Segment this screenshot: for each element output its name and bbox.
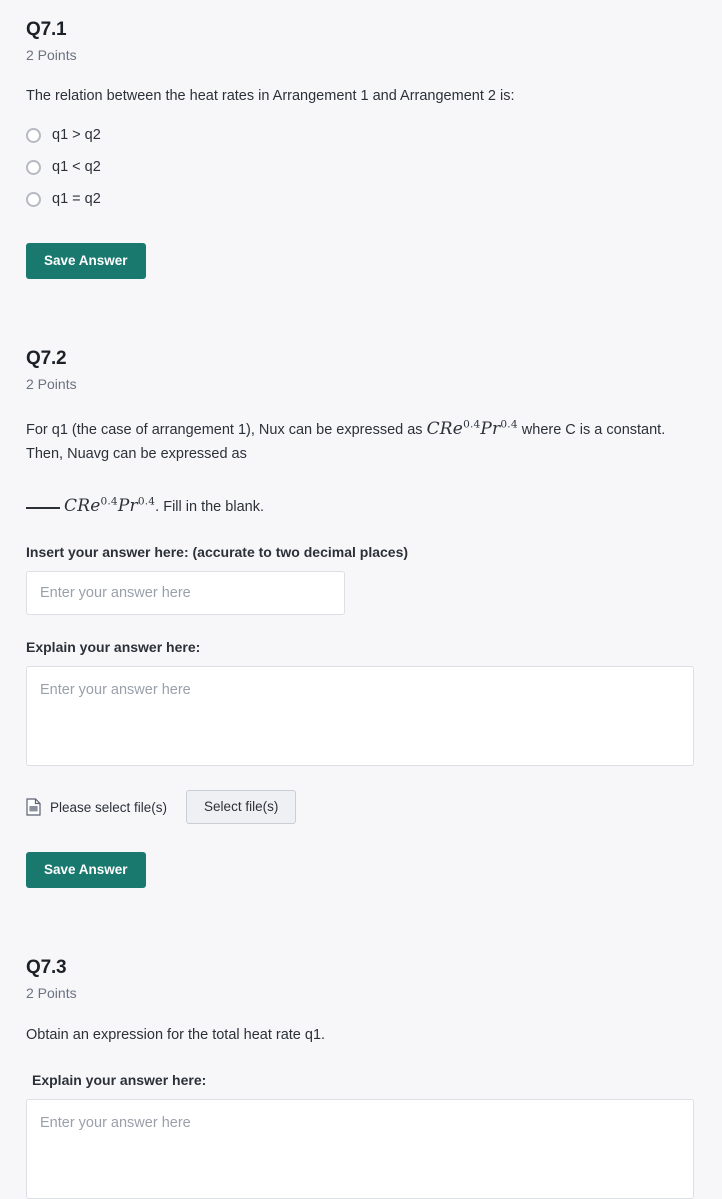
math-token-pr-exponent: 0.4 — [500, 418, 518, 431]
math-token-re-exponent: 0.4 — [463, 418, 481, 431]
math-expression-inline: CRe0.4Pr0.4 — [427, 419, 518, 439]
radio-group: q1 > q2 q1 < q2 q1 = q2 — [26, 109, 696, 215]
file-upload-row: Please select file(s) Select file(s) — [26, 766, 696, 825]
question-points: 2 Points — [26, 376, 77, 393]
blank-underline — [26, 506, 60, 509]
radio-option-label: q1 = q2 — [52, 191, 101, 208]
radio-option-2[interactable]: q1 = q2 — [26, 183, 696, 215]
explain-answer-textarea[interactable] — [26, 665, 694, 766]
question-q7-1: Q7.1 2 Points The relation between the h… — [26, 0, 696, 280]
explain-answer-label: Explain your answer here: — [32, 1071, 207, 1088]
radio-option-label: q1 < q2 — [52, 159, 101, 176]
radio-option-0[interactable]: q1 > q2 — [26, 119, 696, 151]
explain-answer-label: Explain your answer here: — [26, 638, 201, 655]
document-icon — [26, 798, 41, 816]
assignment-page: Q7.1 2 Points The relation between the h… — [0, 0, 722, 1199]
radio-circle-icon[interactable] — [26, 191, 41, 207]
radio-circle-icon[interactable] — [26, 159, 41, 175]
question-title: Q7.3 — [26, 957, 67, 979]
question-q7-2: Q7.2 2 Points For q1 (the case of arrang… — [26, 329, 696, 889]
math-token-pr: Pr — [117, 495, 138, 516]
fill-in-the-blank-row: CRe0.4Pr0.4. Fill in the blank. — [26, 467, 696, 520]
radio-option-1[interactable]: q1 < q2 — [26, 151, 696, 183]
file-status-text: Please select file(s) — [50, 799, 168, 815]
question-q7-3: Q7.3 2 Points Obtain an expression for t… — [26, 938, 696, 1199]
save-answer-button[interactable]: Save Answer — [26, 243, 146, 280]
prompt-part-1: For q1 (the case of arrangement 1), Nux … — [26, 421, 423, 438]
radio-option-label: q1 > q2 — [52, 127, 101, 144]
question-points: 2 Points — [26, 46, 77, 63]
math-token-re: Re — [77, 495, 101, 516]
question-title: Q7.1 — [26, 19, 67, 40]
save-answer-button[interactable]: Save Answer — [26, 852, 146, 889]
math-token-pr-exponent: 0.4 — [137, 495, 156, 508]
math-token-re-exponent: 0.4 — [100, 495, 118, 508]
question-prompt: Obtain an expression for the total heat … — [26, 1026, 326, 1043]
question-prompt: The relation between the heat rates in A… — [26, 88, 515, 105]
math-token-c: C — [426, 418, 440, 439]
fill-blank-suffix: . Fill in the blank. — [155, 498, 264, 515]
numeric-answer-input[interactable] — [26, 570, 345, 615]
math-expression-blank: CRe0.4Pr0.4 — [64, 496, 155, 516]
question-points: 2 Points — [26, 985, 77, 1002]
select-files-button[interactable]: Select file(s) — [186, 789, 297, 825]
insert-answer-label: Insert your answer here: (accurate to tw… — [26, 543, 409, 560]
question-title: Q7.2 — [26, 348, 67, 370]
math-token-pr: Pr — [480, 418, 501, 439]
math-token-c: C — [64, 495, 78, 516]
explain-answer-textarea[interactable] — [26, 1098, 694, 1199]
math-token-re: Re — [439, 418, 464, 439]
question-prompt: For q1 (the case of arrangement 1), Nux … — [26, 395, 666, 467]
radio-circle-icon[interactable] — [26, 127, 41, 143]
